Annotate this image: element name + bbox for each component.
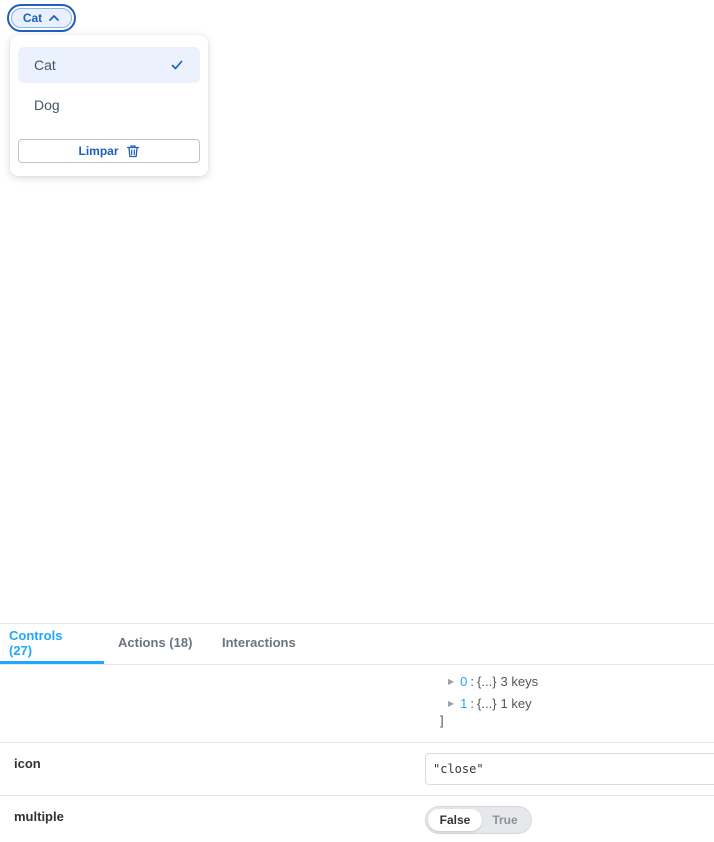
option-cat[interactable]: Cat [18,47,200,83]
multiple-toggle[interactable]: False True [425,806,532,834]
tree-key: 0 [460,673,468,689]
option-dog[interactable]: Dog [18,87,200,123]
addon-panel: Controls (27) Actions (18) Interactions … [0,623,714,842]
select-chip-inner: Cat [11,8,72,28]
trash-icon [126,145,139,158]
tab-actions[interactable]: Actions (18) [104,624,208,664]
clear-button-label: Limpar [78,144,119,158]
clear-button[interactable]: Limpar [18,139,200,163]
tree-count: 1 key [500,695,532,711]
tab-controls[interactable]: Controls (27) [0,624,104,664]
select-chip-label: Cat [22,11,43,25]
tab-interactions[interactable]: Interactions [208,624,311,664]
option-label: Cat [34,57,56,73]
caret-right-icon[interactable]: ▶ [448,699,454,708]
tree-node[interactable]: ▶ 1 : {...} 1 key [440,692,538,714]
tree-separator: : [470,673,475,689]
tree-key: 1 [460,695,468,711]
chevron-up-icon [49,15,60,21]
tree-object: {...} [477,695,497,711]
select-dropdown: Cat Dog Limpar [10,35,208,176]
tree-node[interactable]: ▶ 0 : {...} 3 keys [440,670,538,692]
tree-object: {...} [477,673,497,689]
toggle-option-false[interactable]: False [428,809,482,831]
tree-separator: : [470,695,475,711]
control-row-icon: icon "close" [0,742,714,795]
control-label: icon [14,756,41,771]
tree-count: 3 keys [500,673,539,689]
check-icon [171,60,183,70]
control-row-multiple: multiple False True [0,795,714,842]
json-tree: ▶ 0 : {...} 3 keys ▶ 1 : {...} 1 key [440,670,538,714]
select-chip[interactable]: Cat [7,4,76,32]
control-label: multiple [14,809,64,824]
icon-value-input[interactable]: "close" [425,753,714,785]
tree-close-bracket: ] [440,713,444,728]
addon-tabs: Controls (27) Actions (18) Interactions [0,624,714,665]
option-label: Dog [34,97,60,113]
toggle-option-true[interactable]: True [482,809,528,831]
caret-right-icon[interactable]: ▶ [448,677,454,686]
